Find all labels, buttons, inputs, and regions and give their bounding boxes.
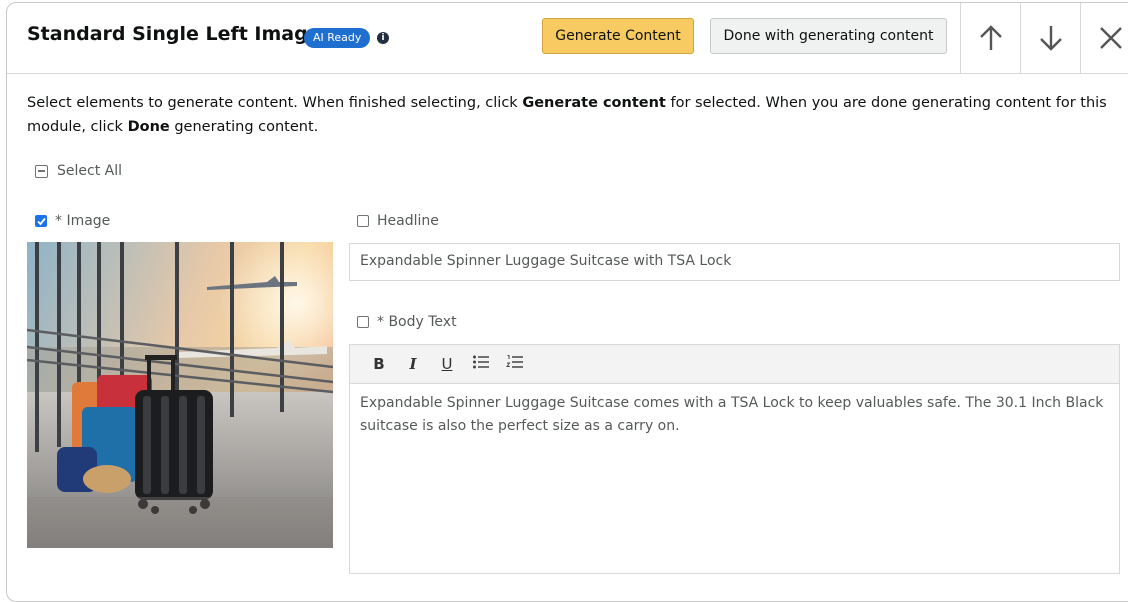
- underline-button[interactable]: U: [430, 355, 464, 373]
- bullet-list-button[interactable]: [464, 354, 498, 374]
- module-title: Standard Single Left Image: [27, 23, 321, 45]
- product-image[interactable]: [27, 242, 333, 548]
- editor-toolbar: B I U: [350, 345, 1119, 384]
- luggage-airport-image: [27, 242, 333, 548]
- close-button[interactable]: [1080, 3, 1128, 73]
- headline-label: Headline: [377, 213, 439, 229]
- instructions-bold: Done: [127, 119, 170, 135]
- image-checkbox[interactable]: [35, 215, 47, 227]
- body-text-label: * Body Text: [377, 314, 457, 330]
- bullet-list-icon: [473, 355, 489, 369]
- content-module: Standard Single Left Image AI Ready i Ge…: [6, 2, 1128, 602]
- check-icon: [36, 217, 46, 225]
- image-field[interactable]: * Image: [35, 213, 110, 229]
- body-text-content[interactable]: Expandable Spinner Luggage Suitcase come…: [350, 384, 1119, 446]
- arrow-down-icon: [1039, 26, 1062, 51]
- info-icon[interactable]: i: [377, 32, 389, 44]
- move-up-button[interactable]: [960, 3, 1020, 73]
- numbered-list-button[interactable]: [498, 354, 532, 374]
- image-label: * Image: [55, 213, 111, 229]
- module-header: Standard Single Left Image AI Ready i Ge…: [7, 3, 1128, 74]
- select-all-toggle[interactable]: Select All: [35, 163, 122, 179]
- done-generating-button[interactable]: Done with generating content: [710, 18, 947, 54]
- select-all-label: Select All: [57, 163, 122, 179]
- italic-button[interactable]: I: [396, 355, 430, 373]
- ai-ready-badge: AI Ready: [304, 28, 371, 48]
- arrow-up-icon: [979, 25, 1002, 50]
- instructions-bold: Generate content: [522, 95, 666, 111]
- body-text-editor[interactable]: B I U Expandable Spinner Luggage Suitcas…: [349, 344, 1120, 574]
- numbered-list-icon: [506, 354, 523, 370]
- headline-input[interactable]: Expandable Spinner Luggage Suitcase with…: [349, 243, 1120, 281]
- headline-checkbox[interactable]: [357, 215, 369, 227]
- bold-button[interactable]: B: [362, 355, 396, 373]
- generate-content-button[interactable]: Generate Content: [542, 18, 694, 54]
- body-text-field[interactable]: * Body Text: [357, 314, 457, 330]
- body-text-checkbox[interactable]: [357, 316, 369, 328]
- close-icon: [1099, 27, 1122, 49]
- move-down-button[interactable]: [1020, 3, 1080, 73]
- instructions-part: generating content.: [169, 119, 319, 135]
- select-all-checkbox[interactable]: [35, 164, 48, 178]
- headline-field[interactable]: Headline: [357, 213, 439, 229]
- instructions-text: Select elements to generate content. Whe…: [27, 91, 1107, 139]
- instructions-part: Select elements to generate content. Whe…: [27, 95, 523, 111]
